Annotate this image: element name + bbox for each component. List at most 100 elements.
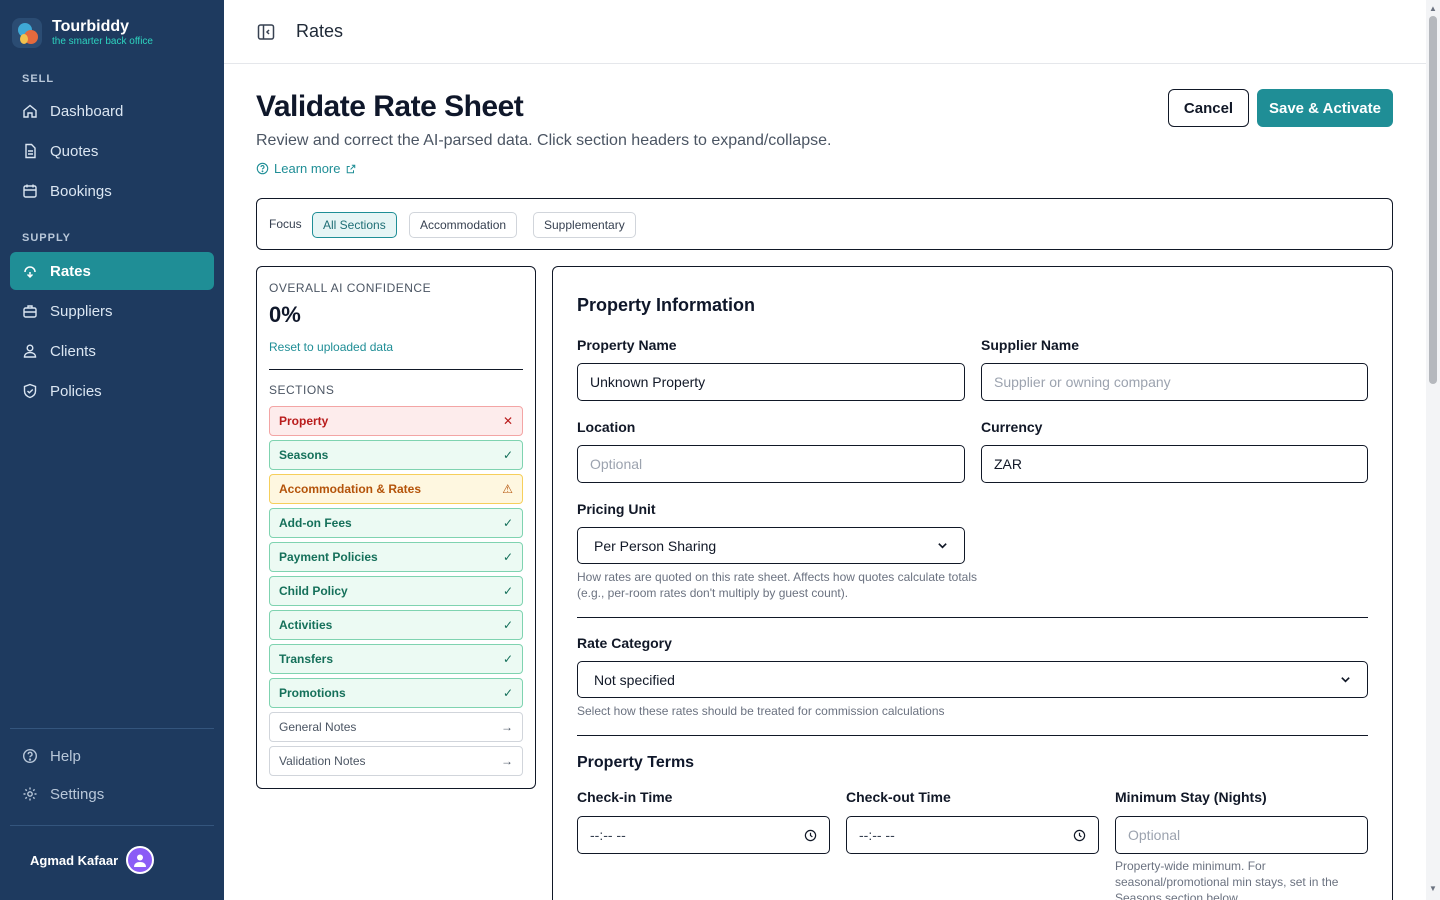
location-label: Location — [577, 419, 636, 435]
section-item-seasons[interactable]: Seasons ✓ — [269, 440, 523, 470]
focus-filter-bar: Focus All Sections Accommodation Supplem… — [256, 198, 1393, 250]
section-item-payment-policies[interactable]: Payment Policies ✓ — [269, 542, 523, 572]
property-information-heading: Property Information — [577, 295, 756, 315]
nav-section-sell: SELL — [22, 73, 55, 85]
property-name-input[interactable] — [577, 363, 965, 401]
chevron-down-icon — [938, 543, 947, 549]
user-icon — [22, 343, 38, 359]
brand-name: Tourbiddy — [52, 18, 130, 35]
supplier-name-label: Supplier Name — [981, 337, 1080, 353]
sidebar-item-clients[interactable]: Clients — [10, 332, 214, 370]
sidebar-item-help[interactable]: Help — [10, 737, 214, 775]
rate-category-value: Not specified — [594, 671, 675, 688]
section-item-child-policy[interactable]: Child Policy ✓ — [269, 576, 523, 606]
checkin-time-label: Check-in Time — [577, 789, 673, 805]
learn-more-link[interactable]: Learn more — [256, 161, 361, 176]
warning-icon: ⚠ — [502, 482, 513, 496]
page-subtitle: Review and correct the AI-parsed data. C… — [256, 132, 832, 149]
calendar-icon — [22, 183, 38, 199]
sidebar-item-dashboard[interactable]: Dashboard — [10, 92, 214, 130]
sidebar-item-label: Dashboard — [50, 102, 124, 120]
page-title: Validate Rate Sheet — [256, 90, 524, 123]
brand-tagline: the smarter back office — [52, 36, 153, 47]
checkout-time-input[interactable]: --:-- -- — [846, 816, 1099, 854]
section-item-transfers[interactable]: Transfers ✓ — [269, 644, 523, 674]
section-item-label: Property — [279, 414, 329, 428]
sidebar-item-suppliers[interactable]: Suppliers — [10, 292, 214, 330]
sidebar-item-rates[interactable]: Rates — [10, 252, 214, 290]
focus-chip-all-sections[interactable]: All Sections — [312, 212, 397, 238]
sidebar-divider — [10, 728, 214, 729]
sidebar-item-label: Suppliers — [50, 302, 113, 320]
check-icon: ✓ — [502, 584, 513, 598]
section-item-label: Validation Notes — [279, 754, 366, 768]
rates-icon — [22, 263, 38, 279]
sidebar-item-label: Quotes — [50, 142, 99, 160]
currency-label: Currency — [981, 419, 1043, 435]
section-item-label: Seasons — [279, 448, 329, 462]
rate-category-select[interactable]: Not specified — [577, 661, 1368, 698]
sidebar-item-policies[interactable]: Policies — [10, 372, 214, 410]
error-icon: ✕ — [502, 414, 513, 428]
pricing-unit-select[interactable]: Per Person Sharing — [577, 527, 965, 564]
scroll-down-icon[interactable]: ▼ — [1429, 884, 1437, 893]
minimum-stay-input[interactable] — [1115, 816, 1368, 854]
briefcase-icon — [22, 303, 38, 319]
section-item-general-notes[interactable]: General Notes → — [269, 712, 523, 742]
panel-divider — [269, 369, 523, 370]
section-item-activities[interactable]: Activities ✓ — [269, 610, 523, 640]
checkout-time-value: --:-- -- — [859, 827, 895, 843]
sidebar-item-settings[interactable]: Settings — [10, 775, 214, 813]
gear-icon — [22, 786, 38, 802]
sidebar-item-label: Policies — [50, 382, 102, 400]
focus-label: Focus — [269, 217, 302, 231]
form-divider — [577, 617, 1368, 618]
check-icon: ✓ — [502, 618, 513, 632]
location-input[interactable] — [577, 445, 965, 483]
sidebar-toggle-icon[interactable] — [256, 22, 276, 42]
currency-input[interactable] — [981, 445, 1368, 483]
sidebar-item-label: Settings — [50, 785, 105, 803]
minimum-stay-label: Minimum Stay (Nights) — [1115, 789, 1267, 805]
sidebar-item-bookings[interactable]: Bookings — [10, 172, 214, 210]
arrow-right-icon: → — [501, 754, 513, 768]
check-icon: ✓ — [502, 550, 513, 564]
home-icon — [22, 103, 38, 119]
sidebar-divider — [10, 825, 214, 826]
pricing-unit-value: Per Person Sharing — [594, 537, 717, 554]
section-item-label: Child Policy — [279, 584, 348, 598]
sidebar-item-label: Clients — [50, 342, 96, 360]
section-item-property[interactable]: Property ✕ — [269, 406, 523, 436]
section-item-accommodation-rates[interactable]: Accommodation & Rates ⚠ — [269, 474, 523, 504]
user-name: Agmad Kafaar — [30, 852, 119, 868]
sidebar-item-quotes[interactable]: Quotes — [10, 132, 214, 170]
user-menu[interactable]: Agmad Kafaar — [30, 846, 155, 874]
supplier-name-input[interactable] — [981, 363, 1368, 401]
brand-logo — [12, 18, 42, 48]
focus-chip-accommodation[interactable]: Accommodation — [409, 212, 518, 238]
minimum-stay-help: Property-wide minimum. For seasonal/prom… — [1115, 859, 1339, 900]
check-icon: ✓ — [502, 686, 513, 700]
cancel-button[interactable]: Cancel — [1168, 89, 1249, 127]
scroll-up-icon[interactable]: ▲ — [1429, 4, 1437, 13]
help-icon — [256, 162, 269, 175]
section-item-add-on-fees[interactable]: Add-on Fees ✓ — [269, 508, 523, 538]
section-item-promotions[interactable]: Promotions ✓ — [269, 678, 523, 708]
reset-to-uploaded-link[interactable]: Reset to uploaded data — [269, 340, 393, 354]
sections-panel: OVERALL AI CONFIDENCE 0% Reset to upload… — [256, 266, 536, 789]
focus-chip-supplementary[interactable]: Supplementary — [533, 212, 636, 238]
scrollbar[interactable]: ▲ ▼ — [1426, 0, 1440, 900]
avatar[interactable] — [126, 846, 155, 874]
clock-icon — [804, 829, 817, 841]
checkin-time-input[interactable]: --:-- -- — [577, 816, 830, 854]
section-item-label: General Notes — [279, 720, 357, 734]
check-icon: ✓ — [502, 652, 513, 666]
clock-icon — [1073, 829, 1086, 841]
save-activate-button[interactable]: Save & Activate — [1257, 89, 1393, 127]
brand[interactable]: Tourbiddy the smarter back office — [12, 18, 153, 48]
section-item-validation-notes[interactable]: Validation Notes → — [269, 746, 523, 776]
scrollbar-thumb[interactable] — [1429, 16, 1437, 384]
property-terms-heading: Property Terms — [577, 754, 695, 771]
document-icon — [22, 143, 38, 159]
form-divider — [577, 735, 1368, 736]
